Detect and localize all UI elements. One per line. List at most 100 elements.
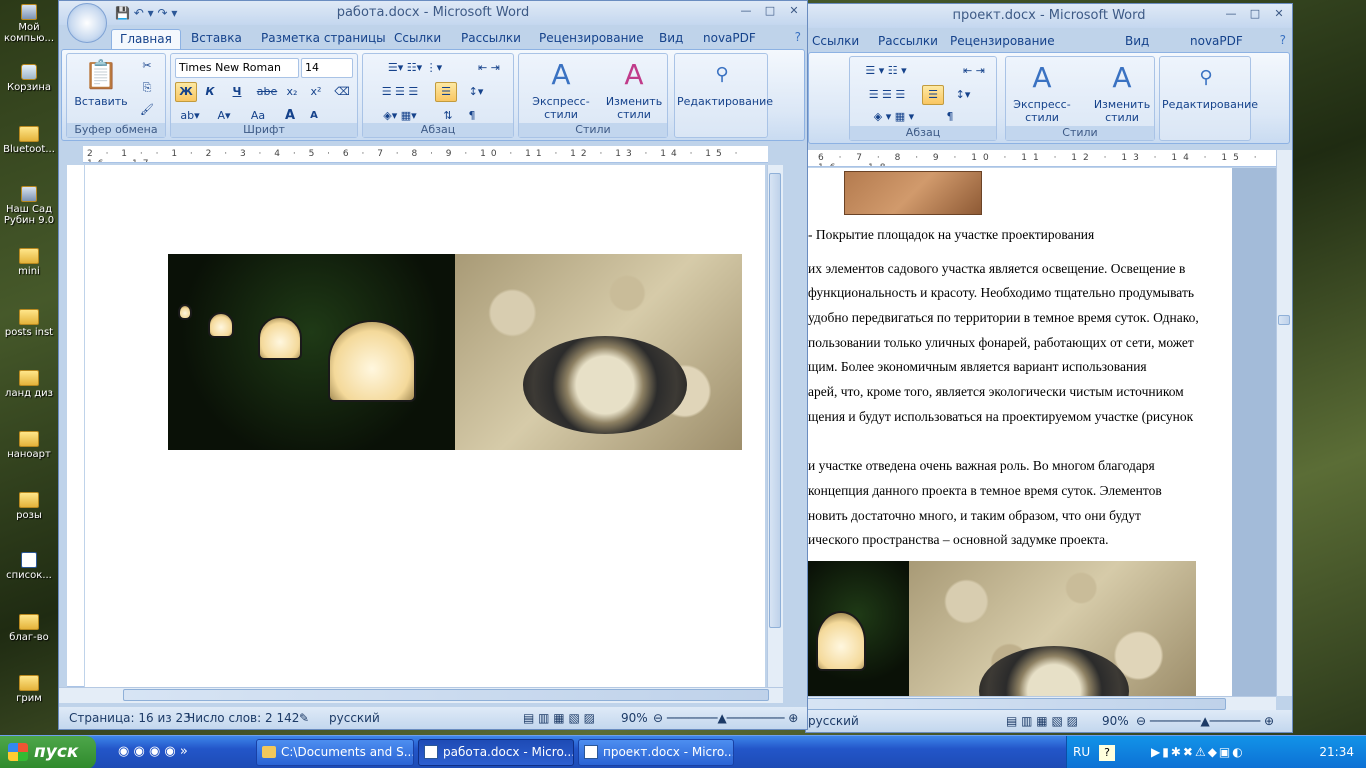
change-styles-button[interactable]: A Изменить стили [603, 58, 665, 121]
indent-button[interactable]: ⇤ ⇥ [954, 61, 994, 81]
underline-button[interactable]: Ч [223, 82, 251, 102]
italic-button[interactable]: К [199, 82, 221, 102]
align-buttons[interactable]: ☰ ☰ ☰ [854, 85, 920, 105]
font-size-select[interactable]: 14 [301, 58, 353, 78]
lamp-photo [168, 254, 455, 450]
indent-button[interactable]: ⇤ ⇥ [467, 58, 511, 78]
tray-icons[interactable]: ▶▮✱✖⚠◆▣◐ [1151, 736, 1245, 768]
view-buttons[interactable]: ▤ ▥ ▦ ▧ ▨ [523, 707, 595, 729]
tab-home[interactable]: Главная [111, 29, 181, 49]
quick-access-toolbar[interactable]: 💾 ↶ ▾ ↷ ▾ [115, 1, 177, 25]
zoom-slider[interactable]: ⊖ ───────▲─────── ⊕ [1136, 710, 1274, 732]
vertical-scrollbar[interactable] [1276, 150, 1292, 696]
document-page[interactable] [85, 165, 765, 687]
help-icon[interactable]: ? [1280, 33, 1286, 47]
help-icon[interactable]: ? [795, 30, 801, 44]
desktop-icon-computer[interactable]: Мой компью... [0, 4, 58, 44]
desktop-icon-posts[interactable]: posts inst [0, 309, 58, 338]
desktop-icon-bluetooth[interactable]: Bluetoot... [0, 126, 58, 155]
shading-border-button[interactable]: ◈ ▾ ▦ ▾ [854, 107, 934, 127]
styles-icon: A [1032, 61, 1052, 94]
cut-icon[interactable]: ✂ [137, 56, 157, 76]
zoom-slider[interactable]: ⊖ ───────▲──────── ⊕ [653, 707, 798, 729]
horizontal-scrollbar[interactable] [59, 687, 783, 703]
tab-mailings[interactable]: Рассылки [453, 29, 529, 49]
maximize-icon[interactable]: □ [759, 3, 781, 19]
desktop-icon-garden[interactable]: Наш Сад Рубин 9.0 [0, 186, 58, 226]
paste-button[interactable]: 📋 Вставить [69, 58, 133, 108]
bullets-button[interactable]: ☰ ▾ ☷ ▾ [854, 61, 918, 81]
tab-novapdf[interactable]: novaPDF [695, 29, 764, 49]
editing-button[interactable]: ⚲ Редактирование [677, 58, 773, 108]
strikethrough-button[interactable]: abe [255, 82, 279, 102]
tab-insert[interactable]: Вставка [183, 29, 250, 49]
view-buttons[interactable]: ▤ ▥ ▦ ▧ ▨ [1006, 710, 1078, 732]
tab-view[interactable]: Вид [651, 29, 691, 49]
paving-image [844, 171, 982, 215]
quick-styles-button[interactable]: A Экспресс-стили [1010, 61, 1074, 124]
font-group: Times New Roman 14 Ж К Ч abe x₂ x² ⌫ ab▾… [170, 53, 358, 138]
font-name-select[interactable]: Times New Roman [175, 58, 299, 78]
tab-view[interactable]: Вид [1117, 32, 1157, 52]
desktop-icon-recycle[interactable]: Корзина [0, 64, 58, 93]
editing-button[interactable]: ⚲ Редактирование [1162, 61, 1258, 111]
paste-icon: 📋 [83, 58, 119, 91]
clear-format-icon[interactable]: ⌫ [331, 82, 353, 102]
styles-group: A Экспресс-стили A Изменить стили Стили [1005, 56, 1155, 141]
bold-button[interactable]: Ж [175, 82, 197, 102]
subscript-button[interactable]: x₂ [281, 82, 303, 102]
desktop-icon-nanoart[interactable]: наноарт [0, 431, 58, 460]
desktop-icon-mini[interactable]: mini [0, 248, 58, 277]
tab-review[interactable]: Рецензирование [531, 29, 652, 49]
show-marks-button[interactable]: ¶ [938, 107, 962, 127]
vertical-ruler[interactable] [67, 165, 84, 687]
taskbar-work-doc[interactable]: работа.docx - Micro... [418, 739, 574, 766]
status-bar: Страница: 16 из 23 Число слов: 2 142 ✎ р… [59, 707, 807, 729]
line-spacing-button[interactable]: ↕▾ [461, 82, 491, 102]
horizontal-ruler[interactable]: 6 · 7 · 8 · 9 · 10 · 11 · 12 · 13 · 14 ·… [808, 150, 1278, 167]
app-icon [21, 186, 37, 202]
maximize-icon[interactable]: □ [1244, 6, 1266, 22]
document-page[interactable]: - Покрытие площадок на участке проектиро… [806, 168, 1232, 732]
minimize-icon[interactable]: — [1220, 6, 1242, 22]
format-painter-icon[interactable]: 🖌 [137, 100, 157, 120]
tab-references[interactable]: Ссылки [806, 32, 867, 52]
tab-mailings[interactable]: Рассылки [870, 32, 946, 52]
copy-icon[interactable]: ⎘ [137, 78, 157, 98]
minimize-icon[interactable]: — [735, 3, 757, 19]
tab-page-layout[interactable]: Разметка страницы [253, 29, 394, 49]
help-icon[interactable]: ? [1099, 745, 1115, 761]
horizontal-ruler[interactable]: 2 · 1 · · 1 · 2 · 3 · 4 · 5 · 6 · 7 · 8 … [83, 146, 768, 163]
tab-review[interactable]: Рецензирование [942, 32, 1063, 52]
tab-references[interactable]: Ссылки [386, 29, 449, 49]
desktop-icon-blag[interactable]: благ-во [0, 614, 58, 643]
desktop-icon-land[interactable]: ланд диз [0, 370, 58, 399]
language-indicator[interactable]: RU [1073, 736, 1090, 768]
list-buttons[interactable]: ☰▾ ☷▾ ⋮▾ [367, 58, 463, 78]
folder-icon [19, 614, 39, 630]
vertical-scrollbar[interactable] [767, 165, 783, 687]
align-buttons[interactable]: ☰ ☰ ☰ [367, 82, 433, 102]
styles-group: A Экспресс-стили A Изменить стили Стили [518, 53, 668, 138]
start-button[interactable]: пуск [0, 736, 96, 768]
computer-icon [21, 4, 37, 20]
line-spacing-button[interactable]: ↕▾ [948, 85, 978, 105]
taskbar-project-doc[interactable]: проект.docx - Micro... [578, 739, 734, 766]
title-bar: проект.docx - Microsoft Word — □ ✕ [806, 4, 1292, 28]
status-bar: русский ▤ ▥ ▦ ▧ ▨ 90% ⊖ ───────▲─────── … [806, 710, 1292, 732]
desktop-icon-list[interactable]: список... [0, 552, 58, 581]
close-icon[interactable]: ✕ [1268, 6, 1290, 22]
superscript-button[interactable]: x² [305, 82, 327, 102]
justify-button[interactable]: ☰ [922, 85, 944, 105]
word-window-work: 💾 ↶ ▾ ↷ ▾ работа.docx - Microsoft Word —… [58, 0, 808, 730]
desktop-icon-roses[interactable]: розы [0, 492, 58, 521]
quick-launch[interactable]: ◉ ◉ ◉ ◉ » [118, 744, 188, 759]
quick-styles-button[interactable]: A Экспресс-стили [523, 58, 599, 121]
close-icon[interactable]: ✕ [783, 3, 805, 19]
change-styles-button[interactable]: A Изменить стили [1090, 61, 1154, 124]
taskbar-explorer[interactable]: C:\Documents and S... [256, 739, 414, 766]
justify-button[interactable]: ☰ [435, 82, 457, 102]
desktop-icon-grim[interactable]: грим [0, 675, 58, 704]
tab-novapdf[interactable]: novaPDF [1182, 32, 1251, 52]
proofing-icon[interactable]: ✎ [299, 707, 309, 729]
